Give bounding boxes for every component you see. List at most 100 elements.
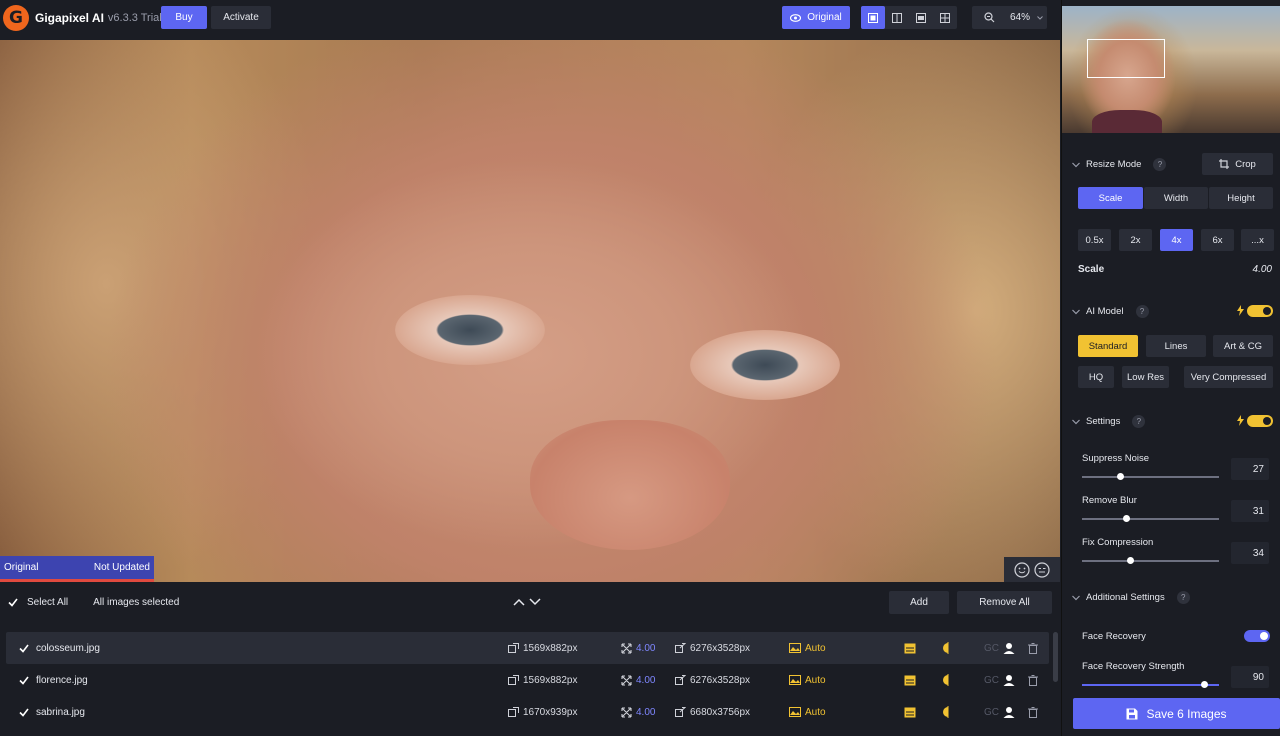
- grid-view-icon: [940, 12, 950, 23]
- navigator-thumbnail[interactable]: [1062, 6, 1280, 133]
- model-very-compressed[interactable]: Very Compressed: [1184, 366, 1273, 388]
- select-all-label[interactable]: Select All: [27, 597, 68, 608]
- scale-cell: 4.00: [621, 675, 655, 686]
- help-icon[interactable]: ?: [1135, 305, 1149, 318]
- mode-cell[interactable]: Auto: [789, 643, 826, 654]
- model-icon[interactable]: [904, 643, 916, 654]
- row-checkbox[interactable]: [19, 643, 29, 653]
- scale-preset-6x[interactable]: 6x: [1201, 229, 1234, 251]
- table-row[interactable]: sabrina.jpg 1670x939px 4.00 6680x3756px …: [6, 696, 1049, 728]
- face-recovery-icon[interactable]: [1003, 642, 1015, 654]
- compare-icon[interactable]: [942, 674, 954, 686]
- slider-knob[interactable]: [1117, 473, 1124, 480]
- help-icon[interactable]: ?: [1153, 158, 1167, 171]
- trash-icon[interactable]: [1028, 674, 1038, 686]
- face-recovery-icon[interactable]: [1003, 674, 1015, 686]
- row-checkbox[interactable]: [19, 675, 29, 685]
- image-size-icon: [508, 675, 519, 685]
- crop-button[interactable]: Crop: [1202, 153, 1273, 175]
- ai-model-toggle[interactable]: [1247, 305, 1273, 317]
- help-icon[interactable]: ?: [1176, 591, 1190, 604]
- compare-icon[interactable]: [942, 642, 954, 654]
- model-icon[interactable]: [904, 707, 916, 718]
- zoom-icon: [984, 12, 995, 23]
- mode-value: Auto: [805, 642, 826, 654]
- eye-icon: [790, 13, 802, 22]
- chevron-up-icon[interactable]: [513, 598, 525, 606]
- scale-preset-custom[interactable]: ...x: [1241, 229, 1274, 251]
- remove-all-button[interactable]: Remove All: [957, 591, 1052, 614]
- output-size-cell: 6276x3528px: [675, 643, 750, 654]
- image-preview[interactable]: [0, 40, 1060, 582]
- fix-compression-value[interactable]: 34: [1231, 542, 1269, 564]
- scale-value: 4.00: [636, 674, 656, 686]
- check-icon: [19, 708, 29, 717]
- scale-cell: 4.00: [621, 707, 655, 718]
- additional-settings-header[interactable]: Additional Settings ?: [1072, 591, 1190, 604]
- model-standard[interactable]: Standard: [1078, 335, 1138, 357]
- settings-header[interactable]: Settings ?: [1072, 415, 1146, 428]
- chevron-down-icon[interactable]: [529, 598, 541, 606]
- model-lines[interactable]: Lines: [1146, 335, 1206, 357]
- resize-mode-header[interactable]: Resize Mode ?: [1072, 158, 1167, 171]
- model-icon[interactable]: [904, 675, 916, 686]
- tab-scale[interactable]: Scale: [1078, 187, 1143, 209]
- remove-blur-value[interactable]: 31: [1231, 500, 1269, 522]
- smile-face-icon[interactable]: [1014, 561, 1030, 578]
- save-images-button[interactable]: Save 6 Images: [1073, 698, 1280, 729]
- table-row[interactable]: colosseum.jpg 1569x882px 4.00 6276x3528p…: [6, 632, 1049, 664]
- suppress-noise-slider[interactable]: [1082, 473, 1219, 480]
- face-recovery-toggle[interactable]: [1244, 630, 1270, 642]
- view-side-by-side-button[interactable]: [909, 6, 933, 29]
- face-recovery-strength-slider[interactable]: [1082, 681, 1219, 688]
- suppress-noise-value[interactable]: 27: [1231, 458, 1269, 480]
- face-recovery-icon[interactable]: [1003, 706, 1015, 718]
- split-view-icon: [892, 12, 902, 23]
- model-hq[interactable]: HQ: [1078, 366, 1114, 388]
- slider-knob[interactable]: [1201, 681, 1208, 688]
- neutral-face-icon[interactable]: [1034, 561, 1050, 578]
- view-grid-button[interactable]: [933, 6, 957, 29]
- zoom-control[interactable]: 64%: [972, 6, 1047, 29]
- trash-icon[interactable]: [1028, 642, 1038, 654]
- scale-preset-2x[interactable]: 2x: [1119, 229, 1152, 251]
- chevron-down-icon: [1072, 419, 1080, 424]
- fix-compression-slider[interactable]: [1082, 557, 1219, 564]
- compare-icon[interactable]: [942, 706, 954, 718]
- help-icon[interactable]: ?: [1132, 415, 1146, 428]
- remove-blur-slider[interactable]: [1082, 515, 1219, 522]
- mode-cell[interactable]: Auto: [789, 675, 826, 686]
- tab-height[interactable]: Height: [1209, 187, 1273, 209]
- image-list: colosseum.jpg 1569x882px 4.00 6276x3528p…: [6, 632, 1049, 728]
- navigator-viewport-rect[interactable]: [1087, 39, 1165, 78]
- original-toggle-button[interactable]: Original: [782, 6, 850, 29]
- table-row[interactable]: florence.jpg 1569x882px 4.00 6276x3528px…: [6, 664, 1049, 696]
- ai-model-header[interactable]: AI Model ?: [1072, 305, 1149, 318]
- tab-width[interactable]: Width: [1144, 187, 1208, 209]
- view-single-button[interactable]: [861, 6, 885, 29]
- add-button[interactable]: Add: [889, 591, 949, 614]
- model-low-res[interactable]: Low Res: [1122, 366, 1169, 388]
- remove-blur-label: Remove Blur: [1082, 495, 1137, 506]
- mode-cell[interactable]: Auto: [789, 707, 826, 718]
- slider-knob[interactable]: [1127, 557, 1134, 564]
- scale-preset-0-5x[interactable]: 0.5x: [1078, 229, 1111, 251]
- scale-preset-4x[interactable]: 4x: [1160, 229, 1193, 251]
- trash-icon[interactable]: [1028, 706, 1038, 718]
- activate-button[interactable]: Activate: [211, 6, 271, 29]
- row-checkbox[interactable]: [19, 707, 29, 717]
- face-recovery-strength-value[interactable]: 90: [1231, 666, 1269, 688]
- list-scrollbar[interactable]: [1053, 632, 1058, 682]
- slider-knob[interactable]: [1123, 515, 1130, 522]
- gc-label: GC: [984, 674, 999, 686]
- settings-toggle[interactable]: [1247, 415, 1273, 427]
- scale-value[interactable]: 4.00: [1242, 264, 1272, 275]
- select-all-checkbox[interactable]: [8, 597, 18, 607]
- buy-button[interactable]: Buy: [161, 6, 207, 29]
- app-title: Gigapixel AI: [35, 11, 104, 25]
- view-split-button[interactable]: [885, 6, 909, 29]
- image-size-icon: [508, 643, 519, 653]
- side-by-side-icon: [916, 12, 926, 23]
- chevron-down-icon: [1072, 309, 1080, 314]
- model-art-cg[interactable]: Art & CG: [1213, 335, 1273, 357]
